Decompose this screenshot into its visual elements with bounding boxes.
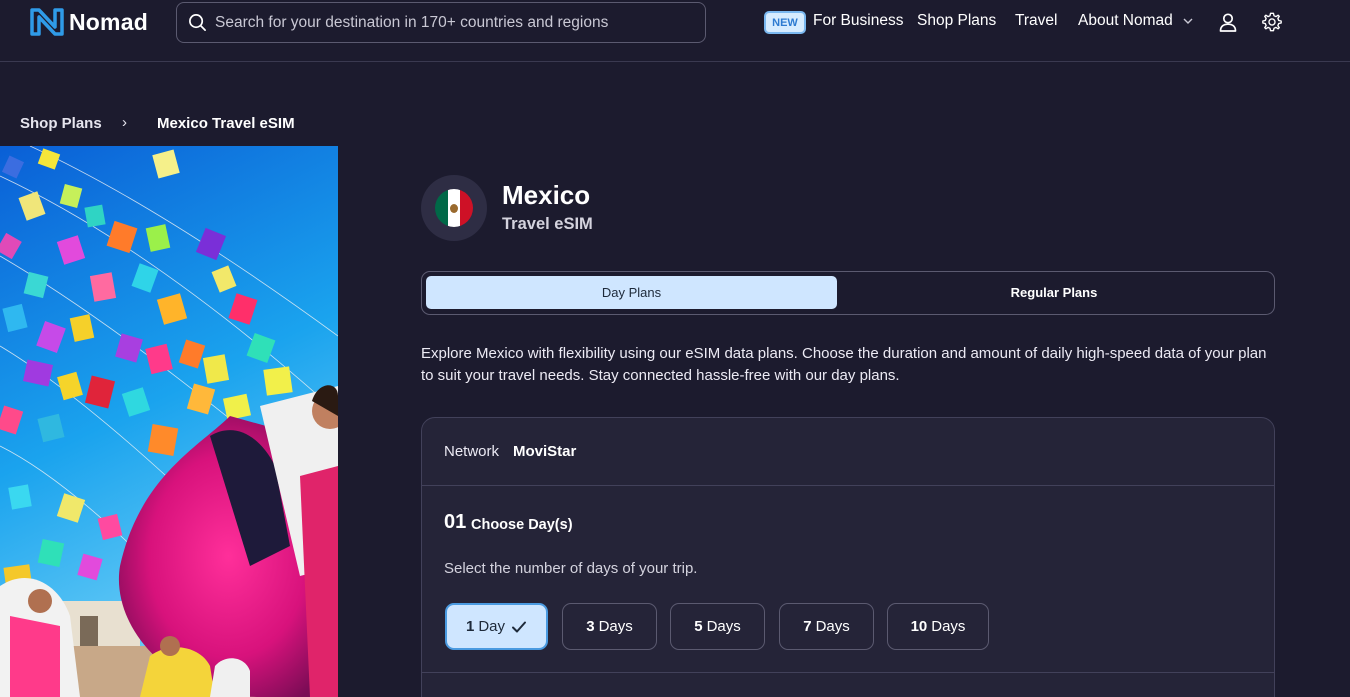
nomad-logo[interactable]: Nomad xyxy=(29,7,148,37)
day-option-5[interactable]: 5 Days xyxy=(670,603,765,650)
day-option-unit: Days xyxy=(931,618,966,635)
nav-for-business[interactable]: For Business xyxy=(813,12,903,30)
breadcrumb-current: Mexico Travel eSIM xyxy=(157,115,295,132)
brand-name: Nomad xyxy=(69,8,148,35)
plan-description: Explore Mexico with flexibility using ou… xyxy=(421,345,1267,384)
destination-search[interactable] xyxy=(176,2,706,43)
day-option-unit: Days xyxy=(815,618,850,635)
step-number: 01 xyxy=(444,511,467,533)
mexico-flag-icon xyxy=(435,189,473,227)
nav-about-nomad[interactable]: About Nomad xyxy=(1078,12,1173,30)
divider xyxy=(422,672,1274,673)
network-label: Network xyxy=(444,443,500,460)
plan-config-card: Network MoviStar 01 Choose Day(s) Select… xyxy=(421,417,1275,697)
nav-shop-plans[interactable]: Shop Plans xyxy=(917,12,996,30)
search-input[interactable] xyxy=(215,13,695,32)
day-option-unit: Days xyxy=(598,618,633,635)
mexico-flag xyxy=(421,175,487,241)
user-icon[interactable] xyxy=(1217,11,1239,33)
country-title: Mexico xyxy=(502,180,591,210)
day-option-number: 7 xyxy=(803,618,812,635)
checkmark-icon xyxy=(512,621,527,632)
day-option-number: 10 xyxy=(910,618,928,635)
day-option-number: 3 xyxy=(586,618,595,635)
step-hint: Select the number of days of your trip. xyxy=(444,560,698,577)
mexico-festival-photo xyxy=(0,146,338,697)
product-subtitle: Travel eSIM xyxy=(502,215,593,233)
day-option-3[interactable]: 3 Days xyxy=(562,603,657,650)
day-option-unit: Days xyxy=(706,618,741,635)
tab-regular-plans[interactable]: Regular Plans xyxy=(842,276,1266,309)
nomad-logo-icon xyxy=(30,8,64,36)
day-option-10[interactable]: 10 Days xyxy=(887,603,989,650)
gear-icon[interactable] xyxy=(1261,11,1283,33)
top-navigation-bar: Nomad NEW For Business Shop Plans Travel… xyxy=(0,0,1350,62)
nav-travel[interactable]: Travel xyxy=(1015,12,1058,30)
day-option-number: 1 xyxy=(465,618,475,635)
network-value: MoviStar xyxy=(513,443,577,460)
hero-image xyxy=(0,146,338,697)
breadcrumb-shop-plans[interactable]: Shop Plans xyxy=(20,115,102,132)
chevron-down-icon[interactable] xyxy=(1183,18,1193,25)
plan-type-toggle: Day Plans Regular Plans xyxy=(421,271,1275,315)
day-option-1[interactable]: 1 Day xyxy=(445,603,548,650)
search-icon xyxy=(189,14,206,31)
divider xyxy=(422,485,1274,486)
day-option-7[interactable]: 7 Days xyxy=(779,603,874,650)
day-option-number: 5 xyxy=(694,618,703,635)
breadcrumb-separator: › xyxy=(122,114,127,131)
tab-day-plans[interactable]: Day Plans xyxy=(426,276,837,309)
step-title: Choose Day(s) xyxy=(471,517,573,533)
day-option-unit: Day xyxy=(478,618,506,635)
new-badge: NEW xyxy=(764,11,806,34)
